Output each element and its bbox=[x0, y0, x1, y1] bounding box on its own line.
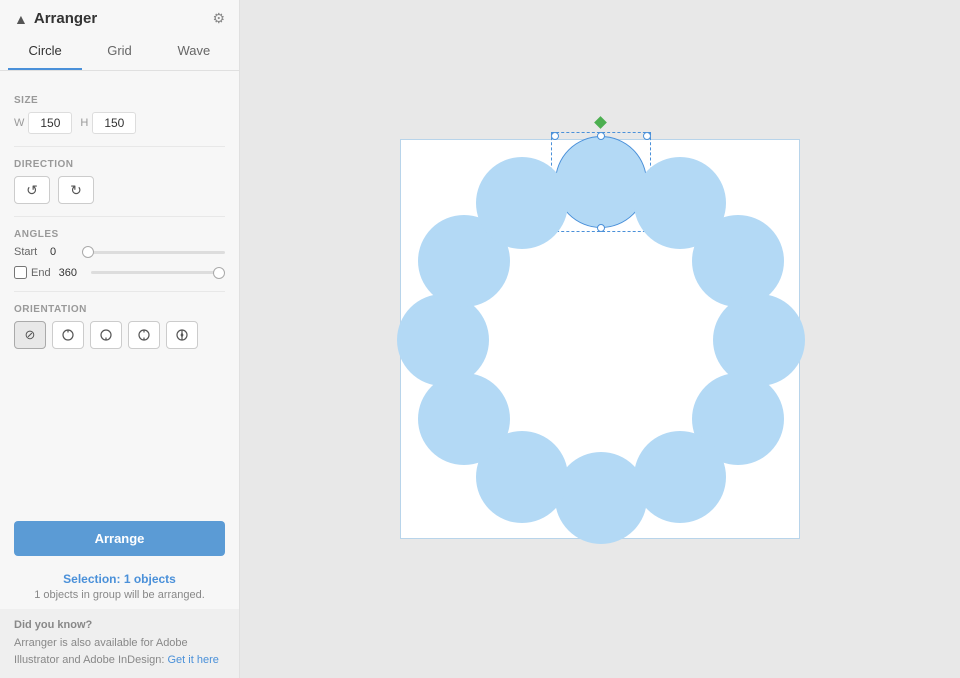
tab-grid[interactable]: Grid bbox=[82, 35, 156, 70]
height-group: H bbox=[80, 112, 136, 134]
app-title: Arranger bbox=[34, 10, 97, 27]
end-angle-row: End 360 bbox=[14, 266, 225, 279]
dyk-link[interactable]: Get it here bbox=[168, 654, 219, 666]
end-checkbox-label: End bbox=[14, 266, 51, 279]
start-angle-row: Start 0 bbox=[14, 246, 225, 258]
divider-3 bbox=[14, 291, 225, 292]
size-row: W H bbox=[14, 112, 225, 134]
circle-object-9[interactable] bbox=[397, 294, 489, 386]
circle-object-8[interactable] bbox=[418, 373, 510, 465]
tab-wave[interactable]: Wave bbox=[157, 35, 231, 70]
orient-down-button[interactable] bbox=[90, 321, 122, 349]
orient-both-button[interactable] bbox=[128, 321, 160, 349]
end-checkbox[interactable] bbox=[14, 266, 27, 279]
start-angle-slider[interactable] bbox=[82, 251, 225, 254]
handle-2[interactable] bbox=[643, 132, 651, 140]
start-label: Start bbox=[14, 246, 42, 258]
size-section-label: SIZE bbox=[14, 95, 225, 106]
header: ▲ Arranger ⚙ bbox=[0, 0, 239, 35]
cw-button[interactable]: ↻ bbox=[58, 176, 94, 204]
handle-6[interactable] bbox=[597, 224, 605, 232]
circle-object-5[interactable] bbox=[634, 431, 726, 523]
sidebar: ▲ Arranger ⚙ Circle Grid Wave SIZE W H D… bbox=[0, 0, 240, 678]
width-group: W bbox=[14, 112, 72, 134]
divider-2 bbox=[14, 216, 225, 217]
dyk-body-text: Arranger is also available for Adobe Ill… bbox=[14, 637, 188, 666]
orient-inward-button[interactable] bbox=[166, 321, 198, 349]
circle-object-6[interactable] bbox=[555, 452, 647, 544]
circle-object-11[interactable] bbox=[476, 157, 568, 249]
orient-none-button[interactable]: ⊘ bbox=[14, 321, 46, 349]
main-canvas-area bbox=[240, 0, 960, 678]
width-input[interactable] bbox=[28, 112, 72, 134]
circle-object-2[interactable] bbox=[692, 215, 784, 307]
tabs-container: Circle Grid Wave bbox=[0, 35, 239, 71]
direction-section-label: DIRECTION bbox=[14, 159, 225, 170]
height-input[interactable] bbox=[92, 112, 136, 134]
selection-title: Selection: 1 objects bbox=[14, 572, 225, 586]
did-you-know: Did you know? Arranger is also available… bbox=[0, 609, 239, 678]
width-label: W bbox=[14, 117, 24, 129]
tab-circle[interactable]: Circle bbox=[8, 35, 82, 70]
handle-1[interactable] bbox=[597, 132, 605, 140]
handle-0[interactable] bbox=[551, 132, 559, 140]
dyk-title: Did you know? bbox=[14, 619, 225, 631]
arrange-button[interactable]: Arrange bbox=[14, 521, 225, 556]
end-label: End bbox=[31, 267, 51, 279]
end-angle-slider[interactable] bbox=[91, 271, 225, 274]
end-value: 360 bbox=[59, 267, 83, 279]
header-title-row: ▲ Arranger bbox=[14, 10, 97, 27]
start-value: 0 bbox=[50, 246, 74, 258]
angles-section-label: ANGLES bbox=[14, 229, 225, 240]
circle-object-0[interactable] bbox=[555, 136, 647, 228]
canvas[interactable] bbox=[400, 139, 800, 539]
orientation-section-label: ORIENTATION bbox=[14, 304, 225, 315]
orient-up-button[interactable] bbox=[52, 321, 84, 349]
arranger-logo-icon: ▲ bbox=[14, 11, 28, 27]
direction-row: ↺ ↻ bbox=[14, 176, 225, 204]
selection-detail: 1 objects in group will be arranged. bbox=[14, 589, 225, 601]
settings-icon[interactable]: ⚙ bbox=[212, 10, 225, 27]
circle-object-3[interactable] bbox=[713, 294, 805, 386]
ccw-button[interactable]: ↺ bbox=[14, 176, 50, 204]
dyk-text: Arranger is also available for Adobe Ill… bbox=[14, 635, 225, 668]
selection-info: Selection: 1 objects 1 objects in group … bbox=[0, 564, 239, 609]
divider-1 bbox=[14, 146, 225, 147]
sidebar-content: SIZE W H DIRECTION ↺ ↻ ANGLES Start 0 bbox=[0, 71, 239, 505]
height-label: H bbox=[80, 117, 88, 129]
diamond-handle[interactable] bbox=[594, 116, 607, 129]
orientation-row: ⊘ bbox=[14, 321, 225, 349]
